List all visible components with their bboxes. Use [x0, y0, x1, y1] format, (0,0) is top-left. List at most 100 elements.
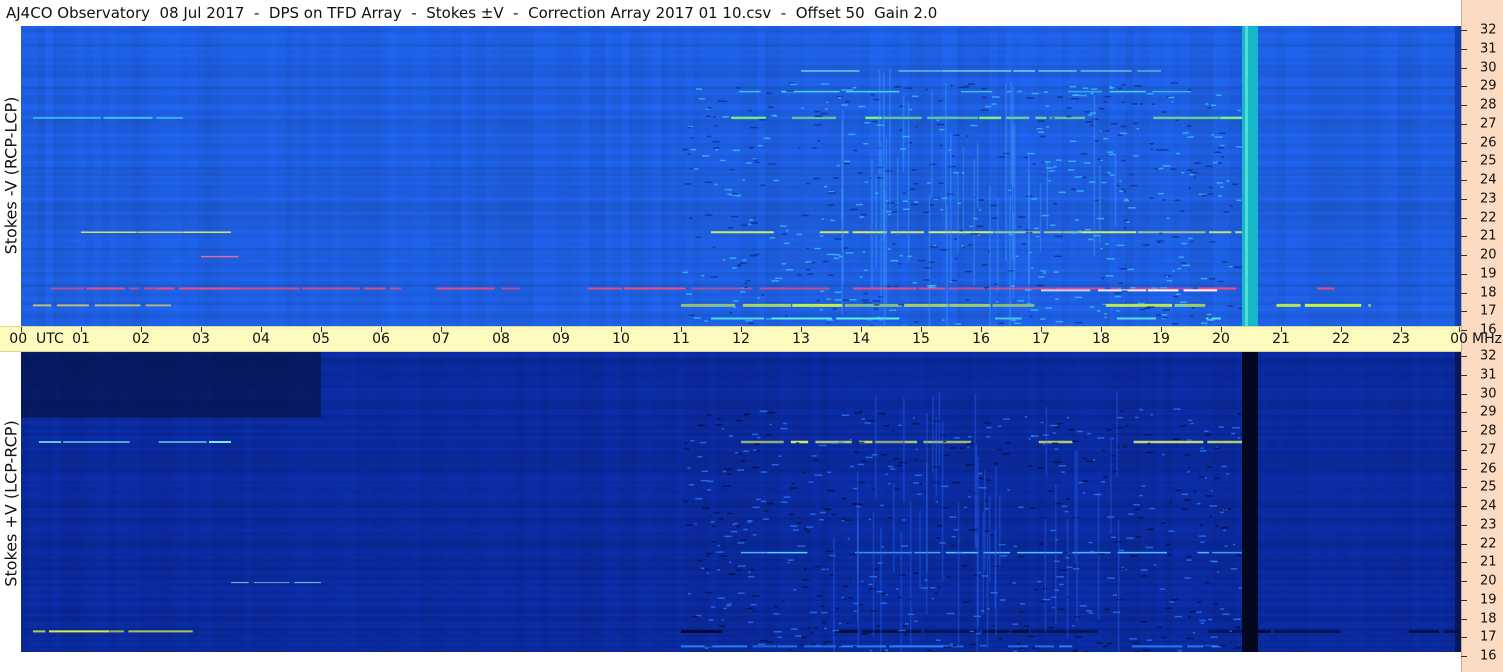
time-band	[565, 352, 573, 652]
speckle	[1132, 122, 1138, 125]
speckle	[967, 271, 970, 273]
speckle	[729, 561, 732, 563]
speckle	[870, 93, 875, 96]
frequency-tick-mark	[1461, 292, 1467, 294]
speckle	[1150, 413, 1153, 416]
speckle	[1053, 271, 1059, 273]
time-band	[549, 26, 557, 326]
speckle	[741, 460, 746, 462]
time-band	[1429, 26, 1437, 326]
speckle	[785, 315, 788, 317]
time-band	[1397, 352, 1405, 652]
speckle	[936, 123, 945, 126]
speckle	[1130, 555, 1138, 557]
speckle	[951, 279, 958, 282]
speckle	[717, 597, 725, 599]
speckle	[947, 576, 951, 578]
speckle	[745, 319, 753, 322]
emission-line	[1054, 287, 1105, 290]
speckle	[1089, 306, 1095, 308]
spectrogram-stokes-minus-v	[21, 26, 1461, 326]
speckle	[1018, 611, 1025, 614]
time-tick-mark	[1401, 327, 1402, 332]
emission-line	[1209, 231, 1232, 234]
speckle	[744, 282, 748, 285]
speckle	[887, 482, 891, 485]
time-tick-label: 10	[612, 331, 630, 347]
vertical-streak	[878, 69, 881, 175]
speckle	[732, 306, 737, 308]
time-band	[1021, 352, 1029, 652]
time-band	[1301, 352, 1309, 652]
frequency-tick-mark	[1461, 393, 1467, 395]
speckle	[1013, 650, 1018, 652]
speckle	[1120, 125, 1127, 128]
speckle	[832, 308, 837, 310]
speckle	[711, 606, 716, 608]
speckle	[1180, 301, 1187, 303]
speckle	[953, 528, 958, 531]
time-band	[661, 26, 669, 326]
speckle	[1208, 618, 1213, 621]
time-band	[757, 26, 765, 326]
speckle	[814, 247, 821, 250]
emission-line	[253, 582, 290, 584]
speckle	[1024, 416, 1028, 418]
emission-line	[979, 116, 1002, 120]
speckle	[824, 627, 828, 630]
speckle	[803, 568, 807, 570]
speckle	[911, 169, 917, 171]
speckle	[697, 424, 705, 427]
speckle	[1220, 156, 1224, 158]
speckle	[1205, 495, 1213, 497]
time-band	[781, 26, 789, 326]
speckle	[683, 448, 690, 450]
speckle	[889, 468, 896, 470]
time-band	[1317, 26, 1325, 326]
speckle	[683, 442, 687, 444]
vertical-streak	[889, 68, 891, 208]
speckle	[1174, 444, 1178, 446]
speckle	[1018, 555, 1025, 558]
time-band	[1357, 352, 1365, 652]
speckle	[815, 565, 820, 568]
speckle	[1111, 437, 1114, 440]
speckle	[1208, 193, 1214, 195]
time-band	[661, 352, 669, 652]
speckle	[1196, 502, 1201, 505]
speckle	[704, 647, 709, 650]
time-band	[1085, 352, 1093, 652]
time-band	[469, 352, 477, 652]
speckle	[713, 147, 720, 149]
speckle	[813, 626, 818, 629]
speckle	[787, 559, 794, 561]
time-tick-label: 00	[1450, 331, 1468, 347]
speckle	[1070, 97, 1079, 100]
time-band	[1365, 26, 1373, 326]
speckle	[979, 209, 982, 211]
time-band	[1213, 352, 1221, 652]
frequency-tick-mark	[1461, 656, 1467, 657]
speckle	[1175, 119, 1179, 122]
speckle	[1089, 120, 1093, 123]
speckle	[1104, 95, 1111, 98]
speckle	[1103, 101, 1107, 103]
speckle	[746, 162, 752, 164]
speckle	[943, 440, 947, 443]
speckle	[998, 637, 1003, 640]
speckle	[852, 149, 858, 152]
speckle	[1013, 545, 1018, 548]
speckle	[740, 291, 746, 293]
speckle	[1079, 94, 1087, 97]
speckle	[726, 512, 733, 515]
speckle	[767, 163, 776, 165]
time-tick-mark	[561, 327, 562, 332]
speckle	[747, 521, 752, 523]
vertical-streak	[1005, 84, 1007, 261]
time-band	[1309, 352, 1317, 652]
speckle	[752, 610, 756, 613]
speckle	[1059, 583, 1064, 586]
speckle	[1123, 200, 1129, 202]
frequency-tick-label: 18	[1480, 285, 1497, 300]
speckle	[1198, 535, 1207, 537]
